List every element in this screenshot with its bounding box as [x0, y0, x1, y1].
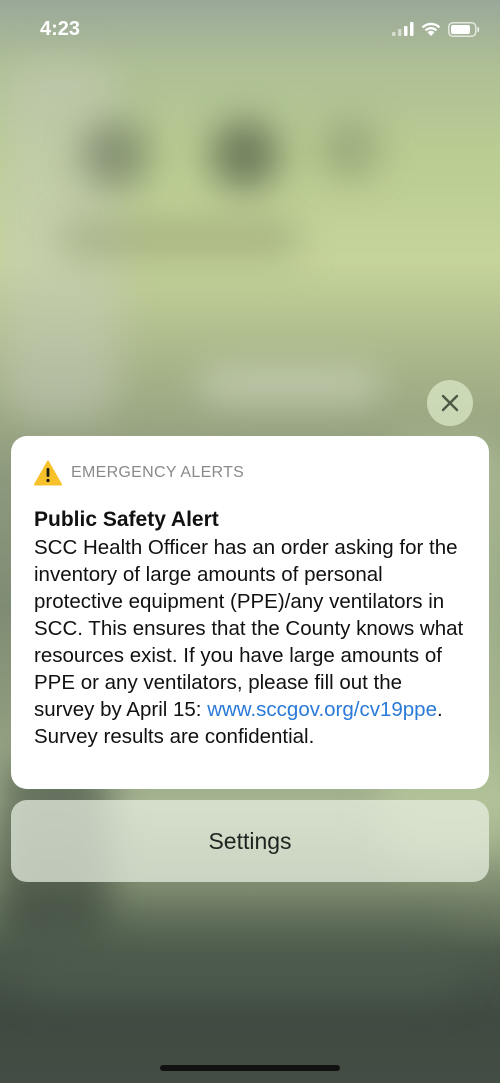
settings-button[interactable]: Settings	[11, 800, 489, 882]
notification-body: SCC Health Officer has an order asking f…	[34, 534, 467, 750]
notification-title: Public Safety Alert	[34, 508, 219, 531]
settings-label: Settings	[208, 827, 292, 854]
notification-body-text: SCC Health Officer has an order asking f…	[34, 536, 464, 721]
close-icon	[441, 394, 459, 412]
background-blur	[60, 220, 300, 260]
background-blur	[200, 370, 380, 400]
emergency-alert-notification[interactable]: EMERGENCY ALERTS Public Safety Alert SCC…	[11, 436, 489, 789]
battery-icon	[448, 22, 480, 37]
warning-triangle-icon	[34, 460, 62, 486]
notification-header: EMERGENCY ALERTS	[34, 458, 467, 488]
background-blur	[20, 920, 460, 1000]
lock-screen: 4:23 EMERGENCY ALERTS Public Safety Aler…	[0, 0, 500, 1083]
wifi-icon	[421, 22, 441, 36]
status-time: 4:23	[40, 18, 81, 40]
cellular-signal-icon	[392, 22, 414, 36]
background-blur	[210, 120, 280, 190]
close-button[interactable]	[427, 380, 473, 426]
home-indicator[interactable]	[160, 1065, 340, 1071]
background-blur	[320, 120, 380, 180]
status-bar: 4:23	[0, 0, 500, 60]
notification-app-name: EMERGENCY ALERTS	[71, 464, 245, 481]
survey-link[interactable]: www.sccgov.org/cv19ppe	[207, 698, 437, 721]
background-blur	[80, 120, 150, 190]
